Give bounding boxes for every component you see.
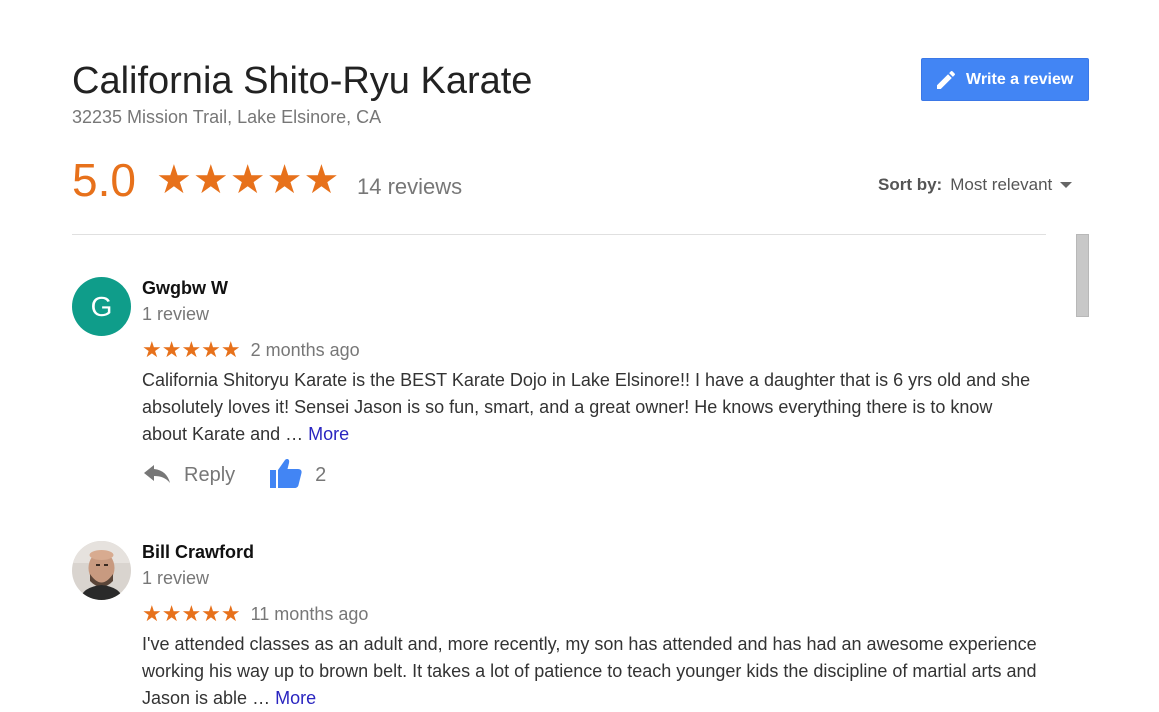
reviewer-name[interactable]: Bill Crawford — [142, 541, 254, 563]
thumbs-up-icon — [269, 457, 303, 494]
average-rating: 5.0 — [72, 154, 136, 206]
sort-label: Sort by: — [878, 175, 943, 194]
review-count: 14 reviews — [357, 174, 463, 199]
review-rating: ★★★★★ 2 months ago — [142, 338, 360, 362]
sort-dropdown[interactable]: Sort by: Most relevant — [878, 175, 1073, 195]
pencil-icon — [934, 68, 958, 92]
review-stars: ★★★★★ — [142, 601, 241, 626]
more-link[interactable]: More — [275, 688, 316, 708]
review-body: California Shitoryu Karate is the BEST K… — [142, 370, 1031, 444]
review-time: 11 months ago — [250, 604, 369, 624]
review-rating: ★★★★★ 11 months ago — [142, 602, 368, 626]
review-text: California Shitoryu Karate is the BEST K… — [142, 367, 1042, 448]
more-link[interactable]: More — [308, 424, 349, 444]
avatar[interactable] — [72, 541, 131, 600]
review-text: I've attended classes as an adult and, m… — [142, 631, 1042, 712]
reply-button[interactable]: Reply — [142, 461, 235, 490]
like-button[interactable]: 2 — [269, 457, 326, 494]
reply-icon — [142, 461, 172, 490]
avatar[interactable]: G — [72, 277, 131, 336]
scrollbar[interactable] — [1076, 234, 1089, 317]
reviewer-review-count: 1 review — [142, 568, 210, 588]
review-stars: ★★★★★ — [142, 337, 241, 362]
reply-label: Reply — [184, 464, 236, 486]
write-review-label: Write a review — [966, 70, 1074, 88]
divider — [72, 234, 1046, 235]
chevron-down-icon — [1060, 182, 1073, 188]
business-title: California Shito-Ryu Karate — [72, 60, 533, 102]
write-review-button[interactable]: Write a review — [921, 58, 1089, 101]
reviewer-review-count: 1 review — [142, 304, 210, 324]
reviewer-name[interactable]: Gwgbw W — [142, 277, 228, 299]
review-time: 2 months ago — [250, 340, 360, 360]
review-actions: Reply 2 — [142, 457, 326, 494]
like-count: 2 — [315, 464, 327, 486]
business-address: 32235 Mission Trail, Lake Elsinore, CA — [72, 107, 382, 127]
sort-value: Most relevant — [950, 175, 1053, 194]
rating-stars: ★★★★★ — [156, 158, 341, 202]
